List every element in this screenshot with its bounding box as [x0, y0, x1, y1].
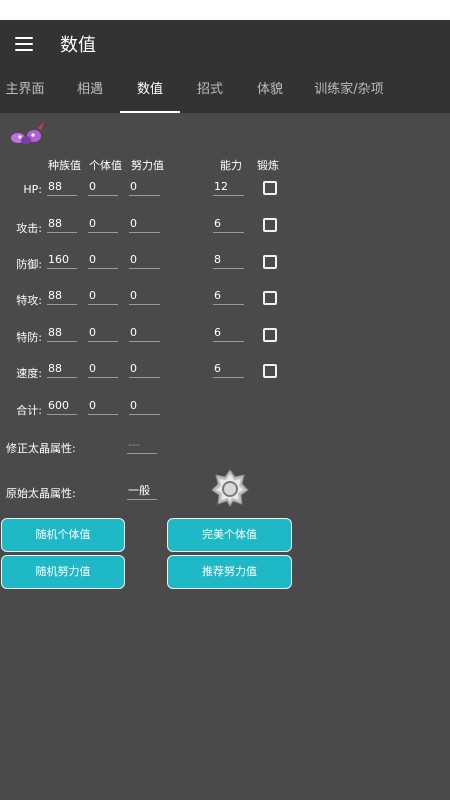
train-checkbox-attack[interactable] [263, 218, 277, 232]
row-label-total: 合计: [16, 404, 42, 417]
tab-moves[interactable]: 招式 [186, 68, 234, 113]
tera-type-icon [211, 469, 249, 507]
header-base: 种族值 [48, 159, 81, 172]
tab-stats[interactable]: 数值 [120, 68, 180, 113]
page-title: 数值 [60, 35, 96, 56]
row-label-attack: 攻击: [16, 222, 42, 235]
tab-bar: 主界面 相遇 数值 招式 体貌 训练家/杂项 [0, 68, 450, 113]
row-label-defense: 防御: [16, 258, 42, 271]
random-ev-button[interactable]: 随机努力值 [1, 555, 125, 589]
base-total: 600 [47, 399, 77, 415]
tab-main[interactable]: 主界面 [0, 68, 50, 113]
stat-field-hp: 12 [213, 180, 244, 196]
base-field-sp-attack: 88 [47, 289, 77, 305]
original-tera-select[interactable]: 一般 [127, 484, 157, 500]
stat-field-sp-attack: 6 [213, 289, 244, 305]
status-bar [0, 0, 450, 20]
row-label-hp: HP: [23, 183, 42, 196]
train-checkbox-sp-attack[interactable] [263, 291, 277, 305]
modified-tera-label: 修正太晶属性: [6, 442, 76, 455]
row-label-speed: 速度: [16, 367, 42, 380]
iv-field-speed[interactable]: 0 [88, 362, 118, 378]
iv-field-sp-defense[interactable]: 0 [88, 326, 118, 342]
base-field-speed: 88 [47, 362, 77, 378]
stat-field-sp-defense: 6 [213, 326, 244, 342]
modified-tera-select[interactable]: --- [127, 438, 157, 454]
header-iv: 个体值 [89, 159, 122, 172]
stat-field-speed: 6 [213, 362, 244, 378]
tab-appearance[interactable]: 体貌 [246, 68, 294, 113]
ev-field-sp-attack[interactable]: 0 [129, 289, 160, 305]
original-tera-label: 原始太晶属性: [6, 487, 76, 500]
row-label-sp-defense: 特防: [16, 331, 42, 344]
ev-field-attack[interactable]: 0 [129, 217, 160, 233]
random-iv-button[interactable]: 随机个体值 [1, 518, 125, 552]
base-field-attack: 88 [47, 217, 77, 233]
ev-field-sp-defense[interactable]: 0 [129, 326, 160, 342]
tab-trainer-misc[interactable]: 训练家/杂项 [304, 68, 394, 113]
app-bar: 数值 [0, 20, 450, 68]
iv-total: 0 [88, 399, 118, 415]
ev-field-speed[interactable]: 0 [129, 362, 160, 378]
iv-field-sp-attack[interactable]: 0 [88, 289, 118, 305]
header-ev: 努力值 [131, 159, 164, 172]
pokemon-sprite [11, 122, 44, 144]
train-checkbox-hp[interactable] [263, 181, 277, 195]
suggest-ev-button[interactable]: 推荐努力值 [167, 555, 292, 589]
train-checkbox-speed[interactable] [263, 364, 277, 378]
base-field-defense: 160 [47, 253, 77, 269]
header-train: 锻炼 [257, 159, 279, 172]
ev-field-hp[interactable]: 0 [129, 180, 160, 196]
stat-field-defense: 8 [213, 253, 244, 269]
tab-encounter[interactable]: 相遇 [66, 68, 114, 113]
ev-total: 0 [129, 399, 160, 415]
train-checkbox-defense[interactable] [263, 255, 277, 269]
header-stat: 能力 [220, 159, 242, 172]
iv-field-attack[interactable]: 0 [88, 217, 118, 233]
row-label-sp-attack: 特攻: [16, 294, 42, 307]
base-field-sp-defense: 88 [47, 326, 77, 342]
perfect-iv-button[interactable]: 完美个体值 [167, 518, 292, 552]
stat-field-attack: 6 [213, 217, 244, 233]
menu-icon[interactable] [15, 37, 33, 51]
ev-field-defense[interactable]: 0 [129, 253, 160, 269]
iv-field-hp[interactable]: 0 [88, 180, 118, 196]
train-checkbox-sp-defense[interactable] [263, 328, 277, 342]
tab-indicator [120, 111, 180, 113]
iv-field-defense[interactable]: 0 [88, 253, 118, 269]
base-field-hp: 88 [47, 180, 77, 196]
